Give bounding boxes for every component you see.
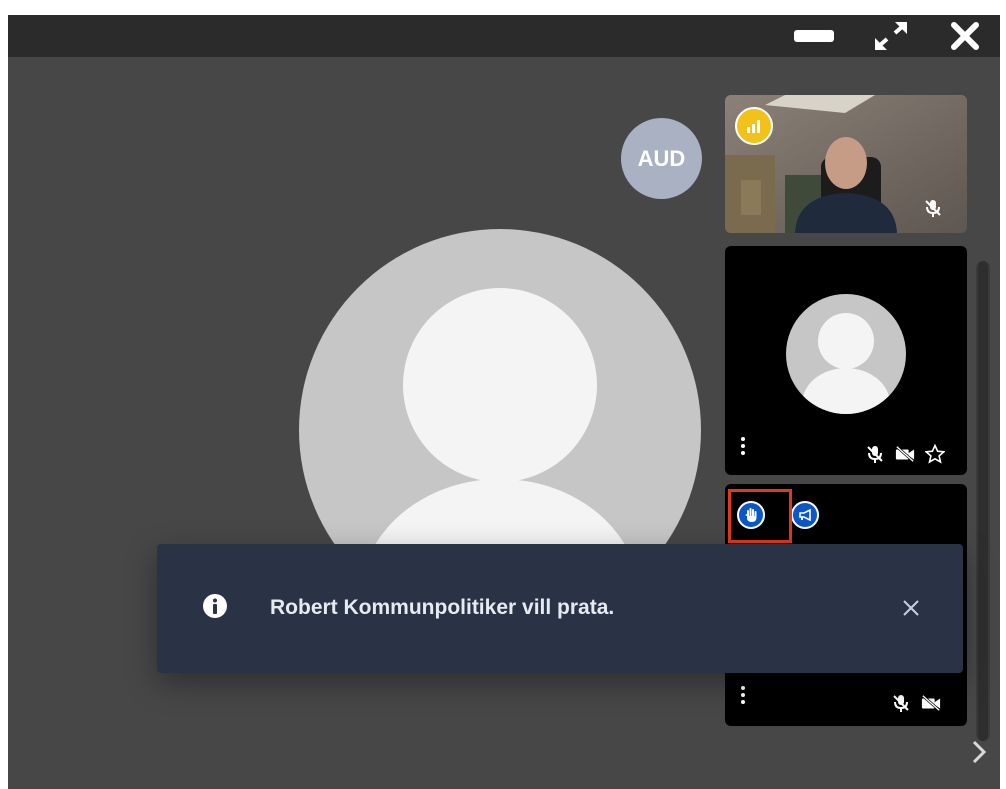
camera-off-icon [921, 693, 941, 713]
participant-tile-camera[interactable] [725, 95, 967, 233]
toast-close-button[interactable] [897, 594, 925, 622]
audience-badge[interactable]: AUD [621, 118, 702, 199]
next-page-button[interactable] [966, 737, 992, 767]
speaker-indicator [735, 107, 773, 145]
speaker-request-button[interactable] [791, 501, 819, 529]
close-button[interactable] [940, 15, 990, 57]
meeting-stage: AUD Robert Kommunpolitiker vill prata. [8, 15, 1000, 789]
minimize-button[interactable] [788, 15, 840, 57]
chevron-right-icon [972, 740, 986, 764]
megaphone-icon [799, 509, 811, 521]
minimize-bar-icon [794, 30, 834, 42]
exit-fullscreen-button[interactable] [864, 15, 918, 57]
raise-hand-highlight [728, 489, 792, 543]
participant-avatar [786, 294, 906, 414]
mic-muted-icon [891, 693, 911, 713]
tile-1-status [923, 198, 943, 218]
close-x-icon [903, 600, 919, 616]
more-vertical-icon [741, 437, 745, 455]
tile-3-status [891, 693, 941, 713]
mic-muted-icon [923, 198, 943, 218]
favorite-button[interactable] [925, 444, 945, 464]
toast-message: Robert Kommunpolitiker vill prata. [270, 596, 615, 619]
tile-menu-button[interactable] [737, 684, 749, 706]
info-circle-icon [203, 594, 227, 618]
star-outline-icon [925, 444, 945, 464]
tile-menu-button[interactable] [737, 435, 749, 457]
scrollbar-thumb[interactable] [978, 261, 988, 741]
more-vertical-icon [741, 686, 745, 704]
close-x-icon [951, 22, 979, 50]
camera-off-icon [895, 444, 915, 464]
participant-tile-avatar[interactable] [725, 246, 967, 475]
exit-fullscreen-arrows-icon [875, 22, 907, 50]
mic-muted-icon [865, 444, 885, 464]
tile-2-status [865, 444, 945, 464]
notification-toast: Robert Kommunpolitiker vill prata. [157, 544, 963, 673]
person-silhouette-icon [802, 313, 890, 414]
audio-level-icon [747, 120, 760, 133]
window-toolbar [8, 15, 1000, 57]
